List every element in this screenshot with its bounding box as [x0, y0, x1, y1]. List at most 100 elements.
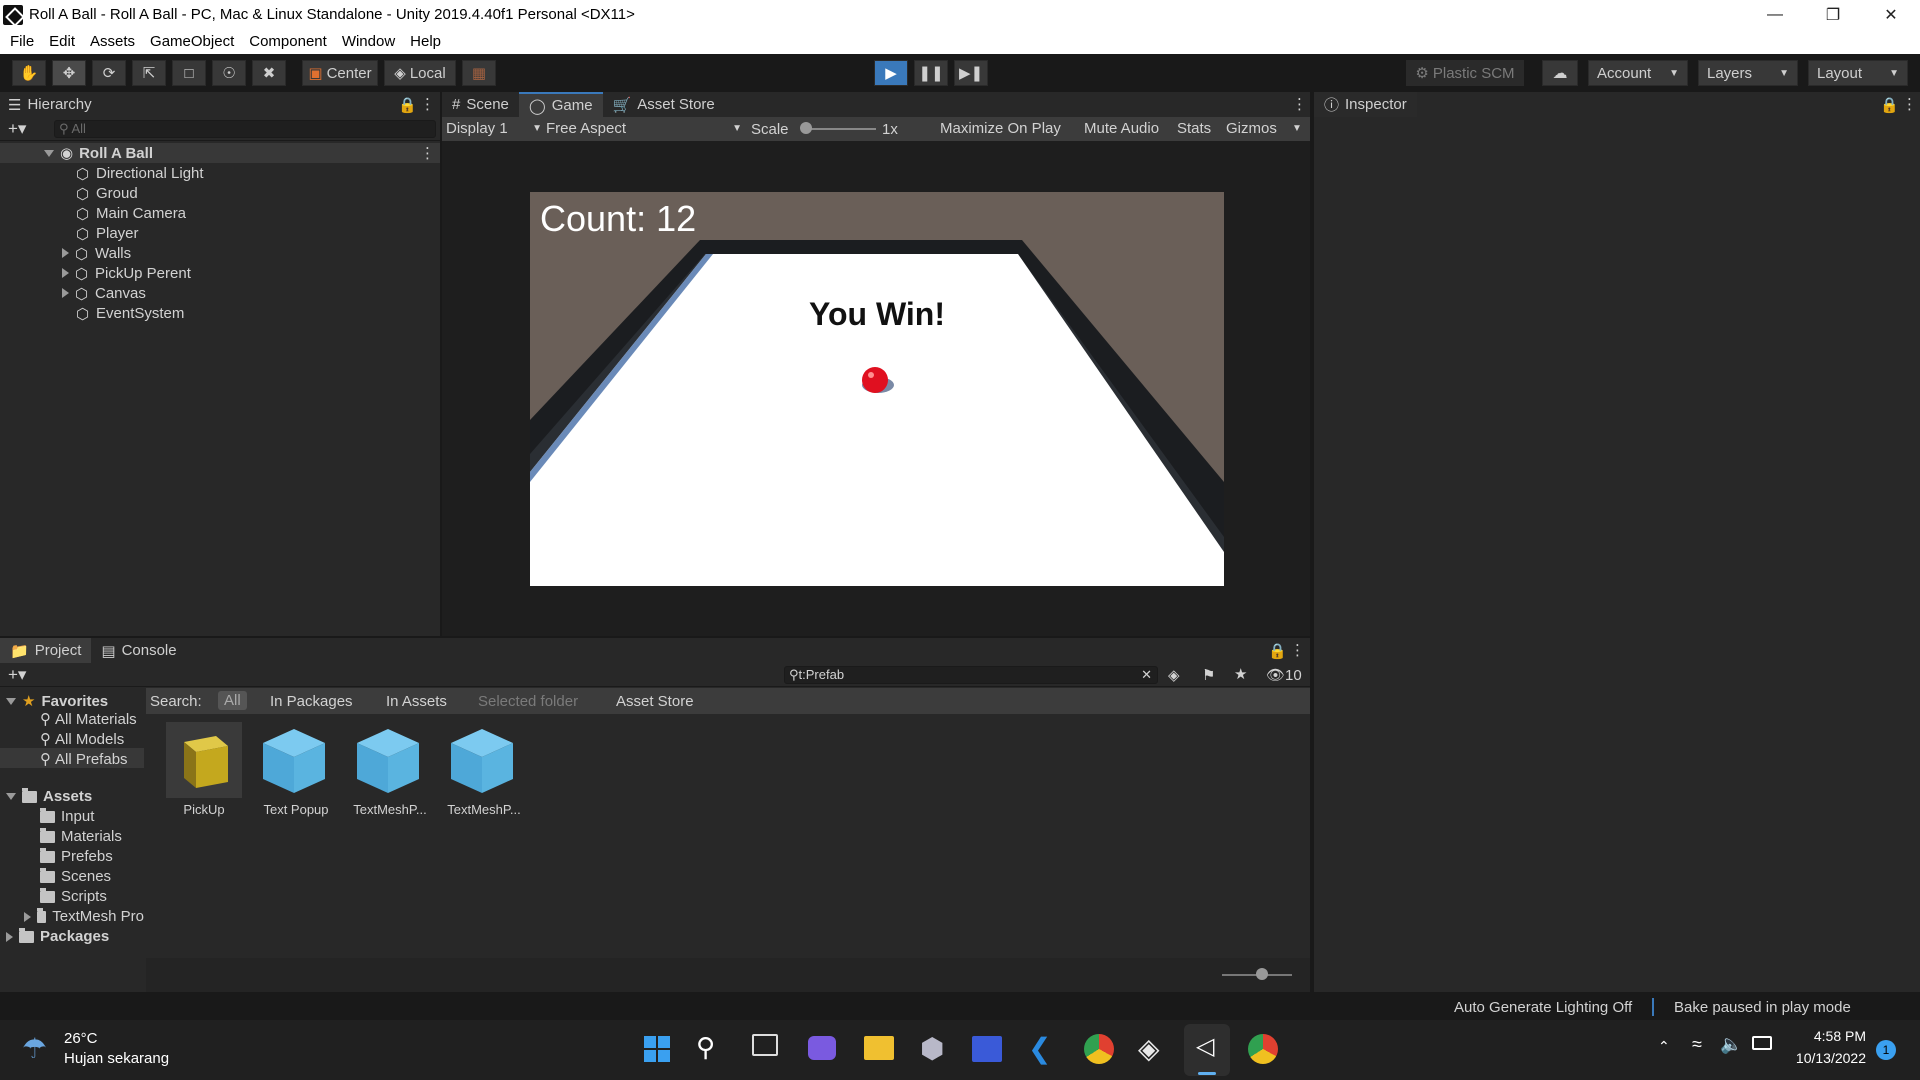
start-windows-icon[interactable] — [644, 1036, 670, 1062]
chevron-up-icon[interactable]: ⌃ — [1658, 1038, 1670, 1055]
prefab-item[interactable]: TextMeshP... — [444, 722, 524, 817]
pivot-center-button[interactable]: ▣ Center — [302, 60, 378, 86]
gizmos-button[interactable]: Gizmos — [1226, 120, 1277, 137]
menu-window[interactable]: Window — [336, 33, 401, 50]
search-icon[interactable]: ⚲ — [696, 1032, 715, 1063]
more-options-icon[interactable]: ⋮ — [1292, 95, 1307, 113]
hierarchy-scene-row[interactable]: ◉ Roll A Ball ⋮ — [0, 143, 440, 163]
hierarchy-search-input[interactable]: ⚲ All — [54, 120, 436, 138]
hierarchy-item[interactable]: ⬡ Walls — [0, 243, 440, 263]
menu-help[interactable]: Help — [404, 33, 447, 50]
asset-folder[interactable]: TextMesh Pro — [24, 908, 144, 925]
layers-dropdown[interactable]: Layers ▼ — [1698, 60, 1798, 86]
unity-hub-icon[interactable]: ⬢ — [920, 1032, 944, 1065]
play-button[interactable]: ▶ — [874, 60, 908, 86]
hidden-packages-icon[interactable]: 👁10 — [1266, 666, 1302, 684]
tab-hierarchy[interactable]: ☰ Hierarchy — [0, 92, 102, 117]
prefab-item[interactable]: Text Popup — [256, 722, 336, 817]
unity-editor-taskbar-button[interactable]: ◁ — [1184, 1024, 1230, 1076]
step-button[interactable]: ▶❚ — [954, 60, 988, 86]
chrome-profile-icon[interactable] — [1248, 1034, 1278, 1064]
file-explorer-icon[interactable] — [864, 1036, 894, 1060]
bake-status[interactable]: Bake paused in play mode — [1674, 999, 1851, 1016]
tab-console[interactable]: ▤ Console — [91, 638, 186, 663]
asset-folder[interactable]: Materials — [40, 827, 122, 845]
tab-game[interactable]: ◯ Game — [518, 92, 603, 117]
weather-description[interactable]: Hujan sekarang — [64, 1050, 169, 1067]
tab-project[interactable]: 📁 Project — [0, 638, 92, 663]
add-button[interactable]: +▾ — [8, 119, 26, 139]
weather-temperature[interactable]: 26°C — [64, 1030, 98, 1047]
filter-in-packages[interactable]: In Packages — [270, 693, 353, 710]
lighting-status[interactable]: Auto Generate Lighting Off — [1454, 999, 1632, 1016]
hand-tool-button[interactable]: ✋ — [12, 60, 46, 86]
asset-folder[interactable]: Input — [40, 807, 94, 825]
scene-menu-icon[interactable]: ⋮ — [420, 144, 435, 162]
pause-button[interactable]: ❚❚ — [914, 60, 948, 86]
hierarchy-item[interactable]: ⬡ EventSystem — [0, 303, 440, 324]
aspect-dropdown[interactable]: Free Aspect ▼ — [546, 120, 742, 137]
transform-tool-button[interactable]: ☉ — [212, 60, 246, 86]
favorite-star-icon[interactable]: ★ — [1234, 665, 1247, 683]
account-dropdown[interactable]: Account ▼ — [1588, 60, 1688, 86]
plastic-scm-button[interactable]: ⚙ Plastic SCM — [1406, 60, 1524, 86]
clock-time[interactable]: 4:58 PM — [1800, 1028, 1866, 1044]
more-options-icon[interactable]: ⋮ — [1290, 641, 1305, 659]
filter-type-icon[interactable]: ◈ — [1168, 666, 1180, 684]
rect-tool-button[interactable]: □ — [172, 60, 206, 86]
hierarchy-item[interactable]: ⬡ Canvas — [0, 283, 440, 303]
hierarchy-item[interactable]: ⬡ PickUp Perent — [0, 263, 440, 283]
menu-edit[interactable]: Edit — [43, 33, 81, 50]
expand-arrow-icon[interactable] — [62, 248, 69, 258]
close-button[interactable]: ✕ — [1862, 0, 1920, 29]
layout-dropdown[interactable]: Layout ▼ — [1808, 60, 1908, 86]
packages-row[interactable]: Packages — [6, 927, 109, 945]
scale-slider-handle[interactable] — [800, 122, 812, 134]
tab-asset-store[interactable]: 🛒 Asset Store — [603, 92, 725, 117]
more-options-icon[interactable]: ⋮ — [420, 95, 435, 113]
filter-selected-folder[interactable]: Selected folder — [478, 693, 578, 710]
pivot-local-button[interactable]: ◈ Local — [384, 60, 456, 86]
chevron-down-icon[interactable]: ▼ — [1292, 123, 1302, 134]
icon-size-slider-handle[interactable] — [1256, 968, 1268, 980]
lock-icon[interactable]: 🔒 — [1268, 642, 1287, 660]
volume-icon[interactable]: 🔈 — [1720, 1034, 1742, 1055]
teams-chat-icon[interactable] — [808, 1036, 836, 1060]
asset-folder[interactable]: Scenes — [40, 867, 111, 885]
favorite-item[interactable]: ⚲ All Materials — [40, 710, 144, 728]
tab-inspector[interactable]: ⓘ Inspector — [1314, 92, 1417, 117]
clear-search-icon[interactable]: ✕ — [1141, 667, 1152, 683]
add-asset-button[interactable]: +▾ — [8, 665, 26, 685]
display-dropdown[interactable]: Display 1 ▼ — [446, 120, 542, 137]
filter-label-icon[interactable]: ⚑ — [1202, 666, 1215, 684]
hierarchy-item[interactable]: ⬡ Groud — [0, 183, 440, 204]
scale-slider[interactable] — [802, 128, 876, 130]
scale-tool-button[interactable]: ⇱ — [132, 60, 166, 86]
asset-folder[interactable]: Scripts — [40, 887, 107, 905]
minimize-button[interactable]: — — [1746, 0, 1804, 29]
app-blue-icon[interactable] — [972, 1036, 1002, 1062]
rotate-tool-button[interactable]: ⟳ — [92, 60, 126, 86]
filter-asset-store[interactable]: Asset Store — [616, 693, 694, 710]
prefab-item[interactable]: TextMeshP... — [350, 722, 430, 817]
maximize-on-play-button[interactable]: Maximize On Play — [940, 120, 1061, 137]
expand-arrow-icon[interactable] — [62, 288, 69, 298]
menu-gameobject[interactable]: GameObject — [144, 33, 240, 50]
asset-folder[interactable]: Prefebs — [40, 847, 113, 865]
favorite-item[interactable]: ⚲ All Models — [40, 730, 124, 748]
lock-icon[interactable]: 🔒 — [398, 96, 417, 114]
wifi-icon[interactable]: ≈ — [1692, 1034, 1702, 1055]
restore-button[interactable]: ❐ — [1804, 0, 1862, 29]
task-view-icon[interactable] — [752, 1034, 778, 1056]
favorites-row[interactable]: ★ Favorites — [6, 692, 108, 710]
lock-icon[interactable]: 🔒 — [1880, 96, 1899, 114]
menu-assets[interactable]: Assets — [84, 33, 141, 50]
weather-rain-icon[interactable]: ☂ — [22, 1032, 47, 1065]
assets-row[interactable]: Assets — [6, 787, 92, 805]
hierarchy-item[interactable]: ⬡ Main Camera — [0, 203, 440, 224]
unity-icon[interactable]: ◈ — [1138, 1032, 1160, 1065]
mute-audio-button[interactable]: Mute Audio — [1084, 120, 1159, 137]
menu-file[interactable]: File — [4, 33, 40, 50]
custom-tool-button[interactable]: ✖ — [252, 60, 286, 86]
hierarchy-item[interactable]: ⬡ Player — [0, 223, 440, 244]
